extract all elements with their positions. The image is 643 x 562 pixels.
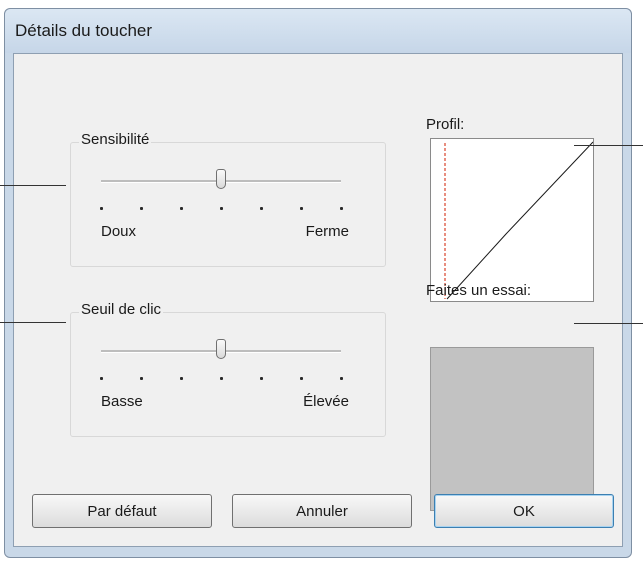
slider-tick xyxy=(300,377,303,380)
sensitivity-max-label: Ferme xyxy=(305,223,349,240)
slider-tick xyxy=(340,207,343,210)
touch-details-dialog: Détails du toucher Sensibilité Doux Ferm… xyxy=(4,8,632,558)
sensitivity-slider-thumb[interactable] xyxy=(216,169,226,189)
slider-tick xyxy=(340,377,343,380)
slider-tick xyxy=(100,207,103,210)
slider-tick xyxy=(260,207,263,210)
sensitivity-callout-line xyxy=(0,185,66,186)
default-button[interactable]: Par défaut xyxy=(32,494,212,528)
profile-callout-line xyxy=(574,145,643,146)
ok-button[interactable]: OK xyxy=(434,494,614,528)
slider-tick xyxy=(180,377,183,380)
slider-tick xyxy=(260,377,263,380)
sensitivity-label: Sensibilité xyxy=(79,131,152,148)
test-area-label: Faites un essai: xyxy=(426,282,532,299)
click-threshold-callout-line xyxy=(0,322,66,323)
click-threshold-label: Seuil de clic xyxy=(79,301,164,318)
slider-tick xyxy=(220,377,223,380)
profile-label: Profil: xyxy=(426,116,465,133)
cancel-button[interactable]: Annuler xyxy=(232,494,412,528)
profile-graph xyxy=(430,138,594,302)
slider-tick xyxy=(220,207,223,210)
dialog-title: Détails du toucher xyxy=(15,21,153,40)
click-threshold-min-label: Basse xyxy=(101,393,143,410)
dialog-content: Sensibilité Doux Ferme Seuil de clic Bas… xyxy=(13,53,623,547)
click-threshold-max-label: Élevée xyxy=(303,393,349,410)
sensitivity-min-label: Doux xyxy=(101,223,137,240)
slider-tick xyxy=(140,207,143,210)
click-threshold-group: Seuil de clic Basse Élevée xyxy=(70,301,386,437)
profile-curve-chart xyxy=(444,141,594,300)
test-area[interactable] xyxy=(430,347,594,511)
slider-tick xyxy=(140,377,143,380)
slider-tick xyxy=(100,377,103,380)
click-threshold-slider-thumb[interactable] xyxy=(216,339,226,359)
pressure-curve-line xyxy=(446,141,594,300)
sensitivity-group: Sensibilité Doux Ferme xyxy=(70,131,386,267)
slider-tick xyxy=(180,207,183,210)
test-area-callout-line xyxy=(574,323,643,324)
slider-tick xyxy=(300,207,303,210)
title-bar[interactable]: Détails du toucher xyxy=(5,9,631,53)
